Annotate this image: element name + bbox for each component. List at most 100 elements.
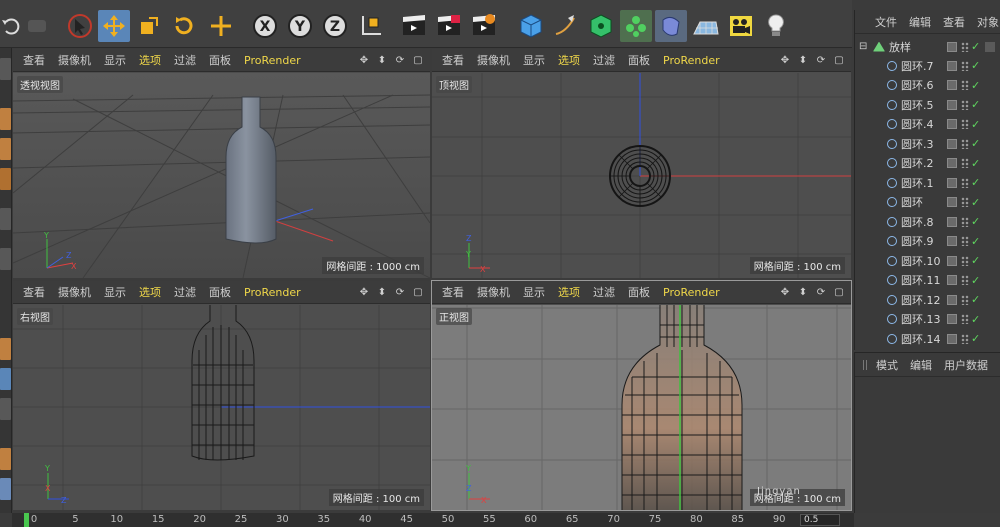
live-selection-icon[interactable] (64, 10, 96, 42)
z-axis-lock-icon[interactable]: Z (319, 10, 351, 42)
viewport-menu-display[interactable]: 显示 (523, 52, 545, 68)
layer-swatch-icon[interactable] (947, 255, 957, 266)
rotate-icon[interactable] (168, 10, 200, 42)
viewport-menu-display[interactable]: 显示 (104, 52, 126, 68)
top-viewport[interactable]: 查看 摄像机 显示 选项 过滤 面板 ProRender ✥ ⬍ ⟳ ▢ Z Y… (432, 49, 851, 278)
toggle-view-icon[interactable]: ▢ (412, 286, 424, 298)
pan-view-icon[interactable]: ✥ (779, 286, 791, 298)
attr-menu-edit[interactable]: 编辑 (910, 357, 932, 373)
object-row[interactable]: 圆环.3 ✓ (855, 134, 1000, 153)
enabled-check-icon[interactable]: ✓ (971, 157, 980, 170)
layer-swatch-icon[interactable] (947, 119, 957, 129)
layer-swatch-icon[interactable] (947, 294, 957, 305)
polygons-mode-icon[interactable] (0, 338, 11, 360)
visibility-dots-icon[interactable] (961, 216, 969, 227)
objmgr-menu-objects[interactable]: 对象 (977, 14, 999, 30)
front-viewport[interactable]: 查看 摄像机 显示 选项 过滤 面板 ProRender ✥ ⬍ ⟳ ▢ Y Z… (431, 280, 852, 511)
model-mode-icon[interactable] (0, 108, 11, 130)
viewport-menu-options[interactable]: 选项 (558, 284, 580, 300)
redo-icon[interactable] (22, 10, 54, 42)
visibility-dots-icon[interactable] (961, 333, 969, 344)
move-view-icon[interactable]: ⬍ (797, 286, 809, 298)
visibility-dots-icon[interactable] (961, 158, 969, 168)
visibility-dots-icon[interactable] (961, 60, 969, 71)
timeline-ruler[interactable]: 0 5 10 15 20 25 30 35 40 45 50 55 60 65 70 75 80 85 90 0.5 (12, 513, 854, 527)
object-row[interactable]: 圆环.10 ✓ (855, 251, 1000, 270)
layer-swatch-icon[interactable] (947, 138, 957, 149)
enabled-check-icon[interactable]: ✓ (971, 235, 980, 248)
enabled-check-icon[interactable]: ✓ (971, 59, 980, 72)
deformer-icon[interactable] (655, 10, 687, 42)
layer-swatch-icon[interactable] (947, 41, 957, 52)
layer-swatch-icon[interactable] (947, 314, 957, 324)
enabled-check-icon[interactable]: ✓ (971, 274, 980, 287)
tag-icon[interactable] (985, 41, 995, 52)
toggle-view-icon[interactable]: ▢ (833, 286, 845, 298)
enabled-check-icon[interactable]: ✓ (971, 176, 980, 189)
move-view-icon[interactable]: ⬍ (376, 54, 388, 66)
enabled-check-icon[interactable]: ✓ (971, 137, 980, 150)
enabled-check-icon[interactable]: ✓ (971, 118, 980, 131)
enabled-check-icon[interactable]: ✓ (971, 196, 980, 209)
enabled-check-icon[interactable]: ✓ (971, 293, 980, 306)
object-row[interactable]: 圆环.12 ✓ (855, 290, 1000, 309)
pen-spline-icon[interactable] (550, 10, 582, 42)
viewport-menu-cameras[interactable]: 摄像机 (58, 52, 91, 68)
frame-input[interactable]: 0.5 (800, 514, 840, 526)
object-row-loft[interactable]: ⊟ 放样 ✓ (855, 37, 1000, 56)
layer-swatch-icon[interactable] (947, 99, 957, 110)
viewport-menu-filter[interactable]: 过滤 (593, 52, 615, 68)
move-view-icon[interactable]: ⬍ (376, 286, 388, 298)
points-mode-icon[interactable] (0, 208, 11, 230)
enabled-check-icon[interactable]: ✓ (971, 40, 980, 53)
texture-mode-icon[interactable] (0, 138, 11, 160)
recent-tool-icon[interactable] (205, 10, 237, 42)
enabled-check-icon[interactable]: ✓ (971, 98, 980, 111)
visibility-dots-icon[interactable] (961, 255, 969, 266)
layer-swatch-icon[interactable] (947, 60, 957, 71)
tweak-mode-icon[interactable] (0, 398, 11, 420)
scale-icon[interactable] (133, 10, 165, 42)
rotate-view-icon[interactable]: ⟳ (815, 54, 827, 66)
visibility-dots-icon[interactable] (961, 236, 969, 246)
object-row[interactable]: 圆环.5 ✓ (855, 95, 1000, 114)
viewport-menu-prorender[interactable]: ProRender (663, 286, 720, 299)
object-row[interactable]: 圆环 ✓ (855, 193, 1000, 212)
viewport-menu-view[interactable]: 查看 (23, 52, 45, 68)
viewport-menu-prorender[interactable]: ProRender (244, 54, 301, 67)
snap-icon[interactable] (0, 448, 11, 470)
layer-swatch-icon[interactable] (947, 216, 957, 227)
viewport-menu-display[interactable]: 显示 (104, 284, 126, 300)
visibility-dots-icon[interactable] (961, 99, 969, 110)
visibility-dots-icon[interactable] (961, 177, 969, 188)
viewport-menu-filter[interactable]: 过滤 (174, 52, 196, 68)
layer-swatch-icon[interactable] (947, 333, 957, 344)
toggle-view-icon[interactable]: ▢ (412, 54, 424, 66)
render-settings-icon[interactable] (468, 10, 500, 42)
layer-swatch-icon[interactable] (947, 275, 957, 285)
object-row[interactable]: 圆环.11 ✓ (855, 271, 1000, 290)
viewport-menu-panel[interactable]: 面板 (628, 52, 650, 68)
right-viewport[interactable]: 查看 摄像机 显示 选项 过滤 面板 ProRender ✥ ⬍ ⟳ ▢ Y X… (13, 281, 430, 510)
viewport-menu-filter[interactable]: 过滤 (174, 284, 196, 300)
object-row[interactable]: 圆环.2 ✓ (855, 154, 1000, 173)
object-row[interactable]: 圆环.6 ✓ (855, 76, 1000, 95)
enable-axis-icon[interactable] (0, 368, 11, 390)
viewport-menu-options[interactable]: 选项 (139, 284, 161, 300)
cloner-icon[interactable] (620, 10, 652, 42)
toggle-view-icon[interactable]: ▢ (833, 54, 845, 66)
viewport-menu-panel[interactable]: 面板 (209, 52, 231, 68)
move-icon[interactable] (98, 10, 130, 42)
render-view-icon[interactable] (398, 10, 430, 42)
pan-view-icon[interactable]: ✥ (779, 54, 791, 66)
viewport-menu-panel[interactable]: 面板 (628, 284, 650, 300)
visibility-dots-icon[interactable] (961, 294, 969, 305)
playhead[interactable] (24, 513, 29, 527)
pan-view-icon[interactable]: ✥ (358, 286, 370, 298)
object-row[interactable]: 圆环.9 ✓ (855, 232, 1000, 251)
visibility-dots-icon[interactable] (961, 197, 969, 207)
enabled-check-icon[interactable]: ✓ (971, 79, 980, 92)
visibility-dots-icon[interactable] (961, 138, 969, 149)
panel-grip-icon[interactable] (863, 359, 868, 370)
rotate-view-icon[interactable]: ⟳ (815, 286, 827, 298)
